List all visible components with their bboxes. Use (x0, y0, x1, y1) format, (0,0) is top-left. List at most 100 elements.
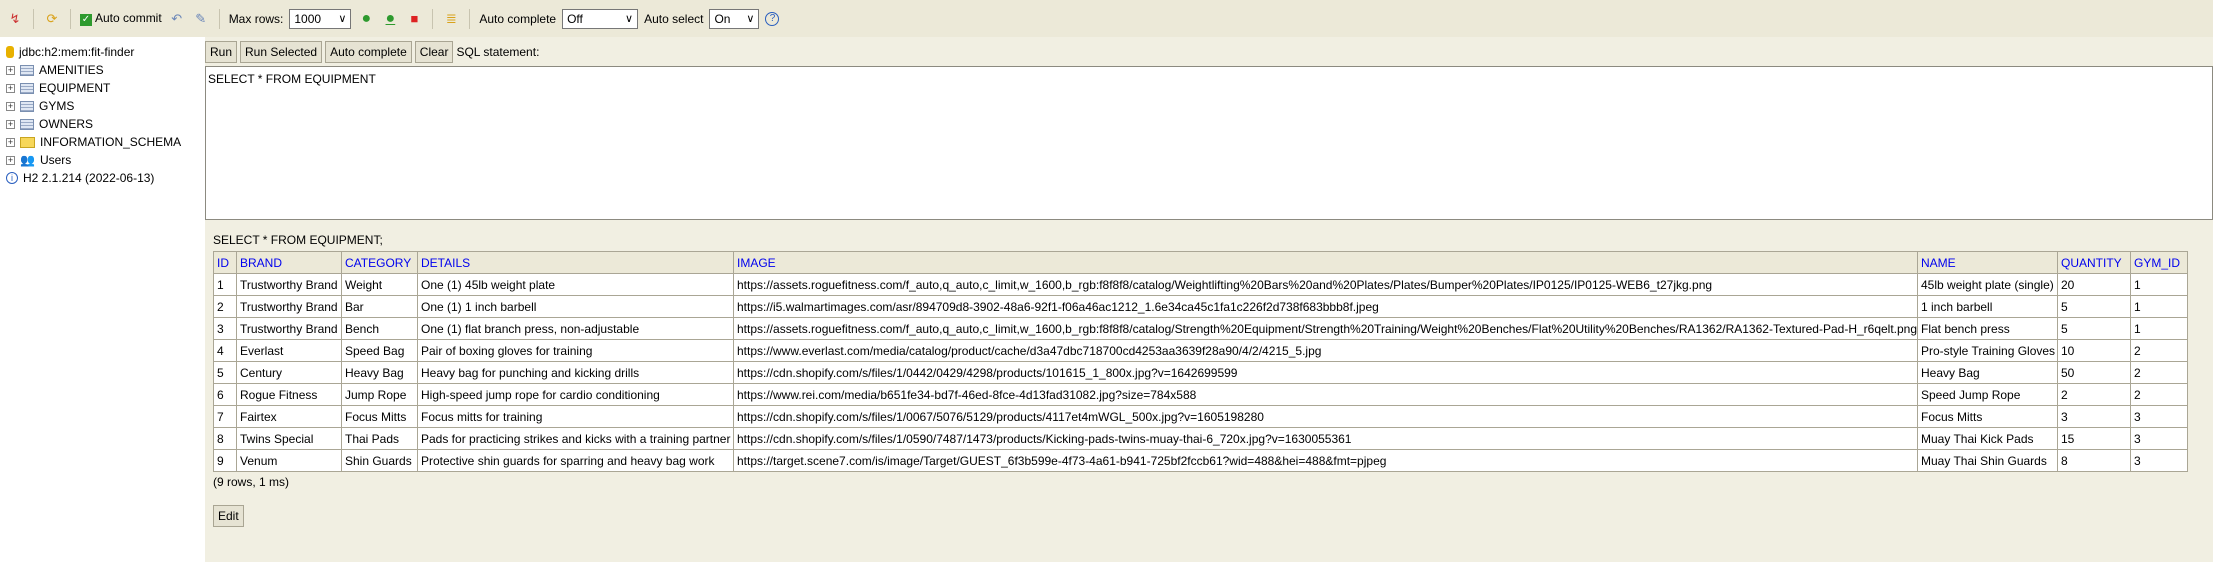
cell-id: 1 (213, 273, 237, 296)
users-icon: 👥 (20, 153, 35, 167)
cell-quantity: 5 (2057, 295, 2131, 318)
cell-id: 3 (213, 317, 237, 340)
cell-image: https://cdn.shopify.com/s/files/1/0590/7… (733, 427, 1918, 450)
max-rows-select[interactable]: 1000 ∨ (289, 8, 352, 29)
cell-image: https://assets.roguefitness.com/f_auto,q… (733, 317, 1918, 340)
sql-input[interactable]: SELECT * FROM EQUIPMENT (205, 66, 2213, 220)
auto-complete-button[interactable]: Auto complete (325, 41, 412, 63)
help-icon[interactable]: ? (765, 11, 780, 26)
expand-icon[interactable]: + (6, 83, 15, 93)
column-header-brand[interactable]: BRAND (236, 251, 342, 274)
cell-quantity: 10 (2057, 339, 2131, 362)
tree-item-label: OWNERS (39, 117, 93, 131)
cell-category: Bench (341, 317, 418, 340)
tree-item-amenities[interactable]: + AMENITIES (6, 61, 199, 79)
divider (469, 8, 471, 29)
tree-item-users[interactable]: + 👥 Users (6, 151, 199, 169)
cell-details: High-speed jump rope for cardio conditio… (417, 383, 734, 406)
tree-item-gyms[interactable]: + GYMS (6, 97, 199, 115)
connection-node[interactable]: jdbc:h2:mem:fit-finder (6, 43, 199, 61)
max-rows-label: Max rows: (228, 11, 284, 26)
cell-quantity: 15 (2057, 427, 2131, 450)
connection-label: jdbc:h2:mem:fit-finder (19, 45, 135, 59)
cell-brand: Twins Special (236, 427, 342, 450)
history-icon[interactable]: ≣ (442, 10, 460, 28)
main-panel: Run Run Selected Auto complete Clear SQL… (205, 37, 2213, 562)
divider (218, 8, 220, 29)
table-row: 6 Rogue Fitness Jump Rope High-speed jump r… (213, 383, 2188, 406)
column-header-category[interactable]: CATEGORY (341, 251, 418, 274)
auto-select-select[interactable]: On ∨ (709, 8, 760, 29)
table-row: 1 Trustworthy Brand Weight One (1) 45lb wei… (213, 273, 2188, 296)
table-row: 5 Century Heavy Bag Heavy bag for punching … (213, 361, 2188, 384)
cell-category: Focus Mitts (341, 405, 418, 428)
tree-item-information-schema[interactable]: + INFORMATION_SCHEMA (6, 133, 199, 151)
edit-button[interactable]: Edit (213, 505, 244, 527)
refresh-icon[interactable]: ⟳ (43, 10, 61, 28)
result-status: (9 rows, 1 ms) (213, 475, 290, 489)
auto-commit-label: Auto commit (95, 11, 162, 25)
cell-quantity: 20 (2057, 273, 2131, 296)
expand-icon[interactable]: + (6, 155, 15, 165)
auto-select-value: On (714, 11, 731, 26)
run-selected-button[interactable]: Run Selected (240, 41, 323, 63)
table-icon (20, 82, 34, 94)
commit-icon[interactable]: ✎ (192, 10, 210, 28)
stop-icon[interactable]: ■ (405, 10, 423, 28)
disconnect-icon[interactable]: ↯ (6, 10, 24, 28)
cell-brand: Trustworthy Brand (236, 273, 342, 296)
cell-brand: Century (236, 361, 342, 384)
cell-id: 2 (213, 295, 237, 318)
max-rows-value: 1000 (294, 11, 322, 26)
column-header-gym_id[interactable]: GYM_ID (2130, 251, 2188, 274)
cell-category: Thai Pads (341, 427, 418, 450)
table-row: 3 Trustworthy Brand Bench One (1) flat bran… (213, 317, 2188, 340)
table-icon (20, 100, 34, 112)
expand-icon[interactable]: + (6, 65, 15, 75)
database-icon (6, 46, 14, 58)
rollback-icon[interactable]: ↶ (168, 10, 186, 28)
cell-gym_id: 3 (2130, 427, 2188, 450)
auto-complete-select[interactable]: Off ∨ (562, 8, 639, 29)
run-button[interactable]: Run (205, 41, 238, 63)
auto-commit-checkbox[interactable]: ✓ Auto commit (80, 11, 162, 26)
column-header-quantity[interactable]: QUANTITY (2057, 251, 2131, 274)
chevron-down-icon: ∨ (746, 13, 755, 25)
column-header-name[interactable]: NAME (1917, 251, 2058, 274)
cell-brand: Rogue Fitness (236, 383, 342, 406)
tree-item-owners[interactable]: + OWNERS (6, 115, 199, 133)
divider (432, 8, 434, 29)
cell-name: Pro-style Training Gloves (1917, 339, 2058, 362)
cell-details: One (1) flat branch press, non-adjustabl… (417, 317, 734, 340)
cell-quantity: 3 (2057, 405, 2131, 428)
table-header-row: ID BRAND CATEGORY DETAILS IMAGE NAME QUANTITY G… (213, 251, 2188, 274)
toolbar: ↯ ⟳ ✓ Auto commit ↶ ✎ Max rows: 1000 ∨ ● ●… (0, 0, 2213, 37)
cell-quantity: 2 (2057, 383, 2131, 406)
cell-brand: Venum (236, 449, 342, 472)
column-header-image[interactable]: IMAGE (733, 251, 1918, 274)
cell-details: Pads for practicing strikes and kicks wi… (417, 427, 734, 450)
cell-details: Pair of boxing gloves for training (417, 339, 734, 362)
run-selected-icon[interactable]: ● (381, 10, 399, 28)
version-info: i H2 2.1.214 (2022-06-13) (6, 169, 199, 187)
cell-image: https://assets.roguefitness.com/f_auto,q… (733, 273, 1918, 296)
cell-brand: Trustworthy Brand (236, 295, 342, 318)
cell-name: Heavy Bag (1917, 361, 2058, 384)
expand-icon[interactable]: + (6, 101, 15, 111)
version-label: H2 2.1.214 (2022-06-13) (23, 171, 155, 185)
table-icon (20, 118, 34, 130)
run-icon[interactable]: ● (357, 10, 375, 28)
clear-button[interactable]: Clear (414, 41, 454, 63)
column-header-id[interactable]: ID (213, 251, 237, 274)
cell-brand: Everlast (236, 339, 342, 362)
expand-icon[interactable]: + (6, 137, 15, 147)
divider (70, 8, 71, 29)
column-header-details[interactable]: DETAILS (417, 251, 734, 274)
table-row: 4 Everlast Speed Bag Pair of boxing gloves … (213, 339, 2188, 362)
auto-select-label: Auto select (644, 11, 704, 26)
cell-image: https://i5.walmartimages.com/asr/894709d… (733, 295, 1918, 318)
cell-gym_id: 2 (2130, 383, 2188, 406)
cell-image: https://target.scene7.com/is/image/Targe… (733, 449, 1918, 472)
tree-item-equipment[interactable]: + EQUIPMENT (6, 79, 199, 97)
expand-icon[interactable]: + (6, 119, 15, 129)
